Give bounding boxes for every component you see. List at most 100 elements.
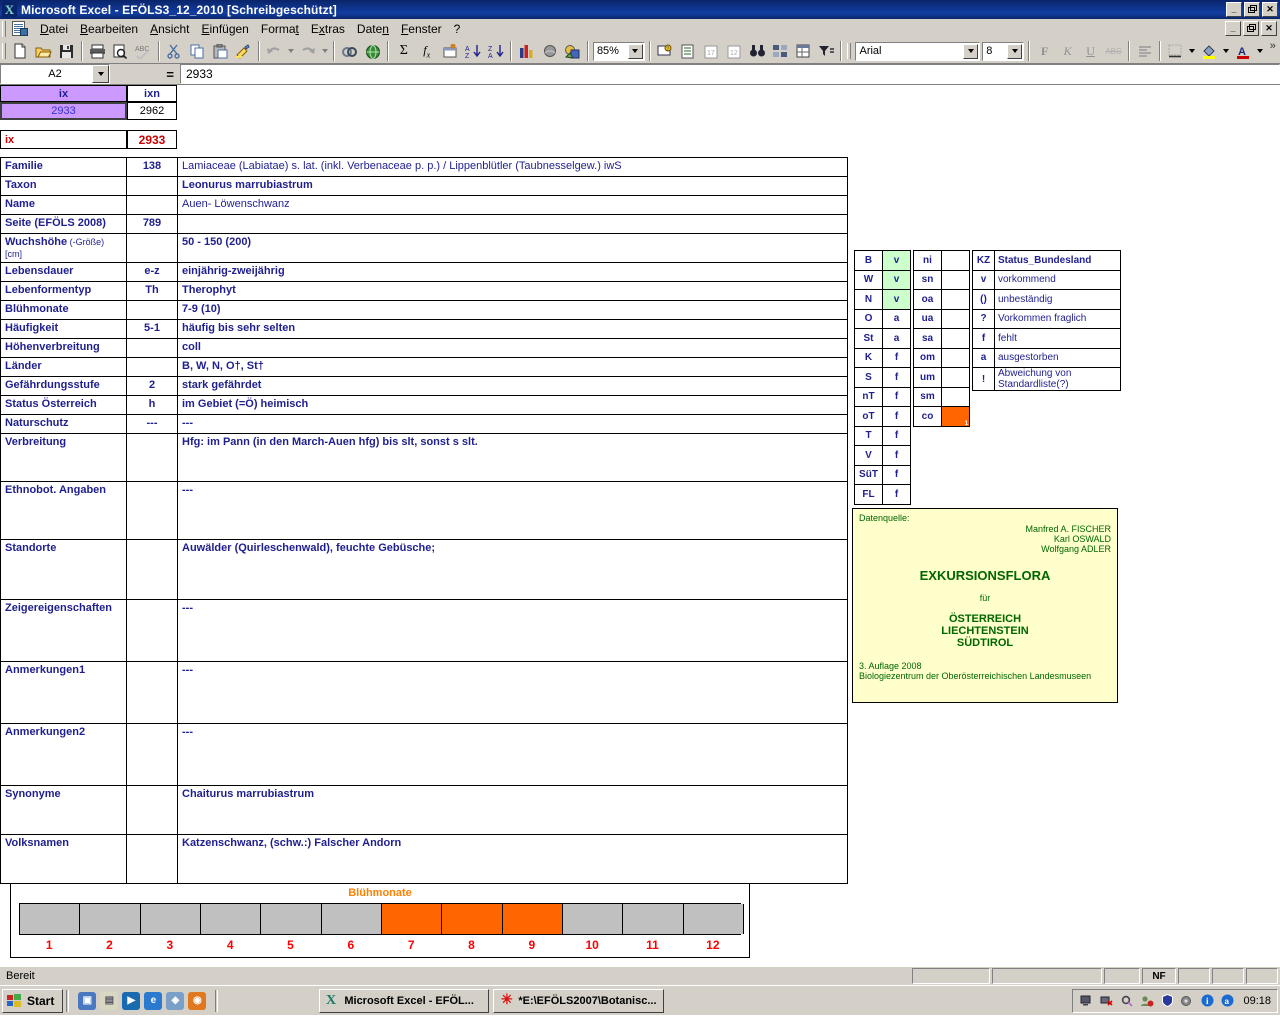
record-label-cell[interactable]: Wuchshöhe (-Größe) [cm] — [0, 233, 127, 263]
code-key-cell[interactable]: V — [854, 445, 883, 466]
code-key-cell[interactable]: K — [854, 347, 883, 368]
name-box[interactable]: A2 — [0, 64, 110, 84]
record-code-cell[interactable]: 789 — [126, 214, 178, 234]
record-value-cell[interactable]: Auwälder (Quirleschenwald), feuchte Gebü… — [177, 539, 848, 600]
legend-desc-cell[interactable]: Vorkommen fraglich — [994, 308, 1121, 329]
record-label-cell[interactable]: Verbreitung — [0, 433, 127, 482]
users-error-icon[interactable] — [1139, 993, 1155, 1009]
zoom-dropdown-arrow[interactable] — [627, 43, 643, 59]
code-value-cell[interactable] — [941, 269, 970, 290]
align-left-icon[interactable] — [1133, 40, 1156, 62]
binoculars-icon[interactable] — [746, 40, 769, 62]
menu-item-datei[interactable]: Datei — [34, 20, 74, 38]
font-size-dropdown-arrow[interactable] — [1007, 43, 1023, 59]
name-box-dropdown-arrow[interactable] — [92, 65, 109, 83]
record-label-cell[interactable]: Zeigereigenschaften — [0, 599, 127, 662]
cut-scissors-icon[interactable] — [163, 40, 186, 62]
record-code-cell[interactable] — [126, 195, 178, 215]
insert-hyperlink-icon[interactable] — [338, 40, 361, 62]
ix-value-cell[interactable]: 2933 — [0, 102, 127, 120]
code-value-cell[interactable]: a — [882, 308, 911, 329]
ixn-value-cell[interactable]: 2962 — [127, 102, 177, 120]
code-value-cell[interactable]: f — [882, 347, 911, 368]
legend-kz-cell[interactable]: a — [972, 347, 995, 368]
antivirus-icon[interactable]: a — [1219, 993, 1235, 1009]
record-code-cell[interactable] — [126, 834, 178, 884]
menu-item-daten[interactable]: Daten — [351, 20, 395, 38]
code-value-cell[interactable]: f — [882, 484, 911, 505]
code-value-cell[interactable] — [941, 250, 970, 271]
fill-color-icon[interactable] — [1198, 40, 1221, 62]
record-value-cell[interactable]: B, W, N, O†, St† — [177, 357, 848, 377]
font-color-icon[interactable]: A — [1232, 40, 1255, 62]
code-value-cell[interactable] — [941, 386, 970, 407]
code-key-cell[interactable]: T — [854, 425, 883, 446]
menu-item-help[interactable]: ? — [448, 20, 467, 38]
menu-item-fenster[interactable]: Fenster — [395, 20, 448, 38]
code-key-cell[interactable]: ua — [913, 308, 942, 329]
record-label-cell[interactable]: Naturschutz — [0, 414, 127, 434]
start-button[interactable]: Start — [2, 988, 64, 1013]
record-code-cell[interactable]: --- — [126, 414, 178, 434]
code-key-cell[interactable]: nT — [854, 386, 883, 407]
record-code-cell[interactable]: h — [126, 395, 178, 415]
record-value-cell[interactable]: Hfg: im Pann (in den March-Auen hfg) bis… — [177, 433, 848, 482]
legend-desc-cell[interactable]: fehlt — [994, 328, 1121, 349]
record-value-cell[interactable] — [177, 214, 848, 234]
record-label-cell[interactable]: Lebenformentyp — [0, 281, 127, 301]
record-value-cell[interactable]: Therophyt — [177, 281, 848, 301]
record-value-cell[interactable]: einjährig-zweijährig — [177, 262, 848, 282]
code-key-cell[interactable]: St — [854, 328, 883, 349]
format-painter-icon[interactable] — [232, 40, 255, 62]
save-disk-icon[interactable] — [55, 40, 78, 62]
sort-descending-icon[interactable]: ZA — [484, 40, 507, 62]
copy-icon[interactable] — [186, 40, 209, 62]
legend-kz-cell[interactable]: ! — [972, 367, 995, 391]
print-icon[interactable] — [86, 40, 109, 62]
code-key-cell[interactable]: oT — [854, 406, 883, 427]
code-key-cell[interactable]: FL — [854, 484, 883, 505]
record-label-cell[interactable]: Volksnamen — [0, 834, 127, 884]
code-key-cell[interactable]: um — [913, 367, 942, 388]
window-split-icon[interactable] — [769, 40, 792, 62]
print-preview-icon[interactable] — [109, 40, 132, 62]
record-value-cell[interactable]: im Gebiet (=Ö) heimisch — [177, 395, 848, 415]
display-icon[interactable] — [1079, 993, 1095, 1009]
ix-row-value-cell[interactable]: 2933 — [127, 130, 177, 149]
record-value-cell[interactable]: coll — [177, 338, 848, 358]
record-value-cell[interactable]: --- — [177, 723, 848, 786]
legend-kz-cell[interactable]: v — [972, 269, 995, 290]
code-value-cell[interactable]: f — [882, 406, 911, 427]
formula-input[interactable]: 2933 — [180, 64, 1280, 84]
record-code-cell[interactable]: 5-1 — [126, 319, 178, 339]
menu-item-bearbeiten[interactable]: Bearbeiten — [74, 20, 144, 38]
strikethrough-button[interactable]: ABC — [1102, 40, 1125, 62]
code-value-cell[interactable] — [941, 367, 970, 388]
record-code-cell[interactable]: e-z — [126, 262, 178, 282]
close-button[interactable]: ✕ — [1262, 2, 1278, 17]
undo-icon[interactable] — [263, 40, 286, 62]
record-value-cell[interactable]: 50 - 150 (200) — [177, 233, 848, 263]
code-value-cell[interactable]: a — [882, 328, 911, 349]
record-value-cell[interactable]: stark gefährdet — [177, 376, 848, 396]
code-value-cell[interactable]: f — [882, 386, 911, 407]
code-key-cell[interactable]: W — [854, 269, 883, 290]
bold-button[interactable]: F — [1033, 40, 1056, 62]
code-key-cell[interactable]: N — [854, 289, 883, 310]
menu-gripper[interactable] — [2, 20, 6, 37]
record-label-cell[interactable]: Status Österreich — [0, 395, 127, 415]
record-label-cell[interactable]: Lebensdauer — [0, 262, 127, 282]
code-value-cell[interactable]: 1 — [941, 406, 970, 427]
zoom-combo[interactable]: 85% — [592, 41, 645, 61]
record-code-cell[interactable]: Th — [126, 281, 178, 301]
sort-tool-icon[interactable] — [438, 40, 461, 62]
legend-desc-cell[interactable]: ausgestorben — [994, 347, 1121, 368]
code-value-cell[interactable]: f — [882, 367, 911, 388]
menu-item-ansicht[interactable]: Ansicht — [144, 20, 195, 38]
code-key-cell[interactable]: sa — [913, 328, 942, 349]
record-label-cell[interactable]: Blühmonate — [0, 300, 127, 320]
code-key-cell[interactable]: sn — [913, 269, 942, 290]
calendar-icon[interactable]: 17 — [700, 40, 723, 62]
code-value-cell[interactable] — [941, 347, 970, 368]
record-code-cell[interactable] — [126, 481, 178, 540]
